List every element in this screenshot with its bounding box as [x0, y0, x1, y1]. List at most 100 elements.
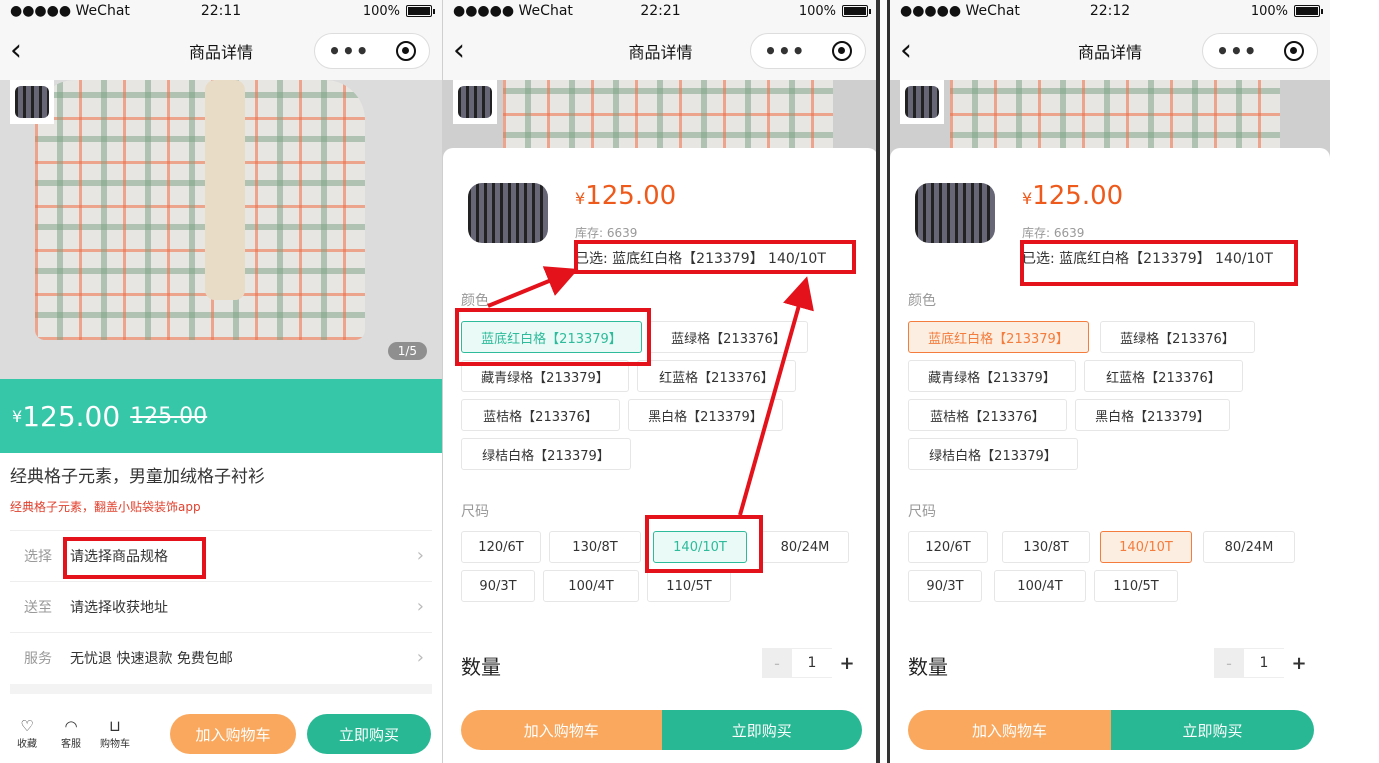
screenshot-canvas: ●●●●● WeChat 22:11 100% ‹ 商品详情 ••• 1/5 ¥… — [0, 0, 1379, 763]
add-to-cart-button[interactable]: 加入购物车 — [170, 714, 296, 754]
back-icon[interactable]: ‹ — [443, 36, 483, 66]
size-option[interactable]: 100/4T — [543, 570, 639, 602]
color-option[interactable]: 蓝绿格【213376】 — [649, 321, 808, 353]
currency-symbol: ¥ — [575, 189, 586, 208]
shirt-lining — [205, 80, 245, 300]
more-icon[interactable]: ••• — [764, 39, 805, 63]
size-option[interactable]: 120/6T — [461, 531, 541, 563]
thumbnail[interactable] — [10, 80, 54, 124]
size-option[interactable]: 90/3T — [461, 570, 535, 602]
nav-bar: ‹ 商品详情 ••• — [890, 22, 1330, 80]
row-value: 请选择商品规格 — [70, 548, 168, 565]
battery-indicator: 100% — [798, 3, 871, 19]
service-button[interactable]: ◠ 客服 — [54, 717, 88, 750]
favorite-label: 收藏 — [17, 739, 37, 750]
sku-action-buttons: 加入购物车 立即购买 — [908, 710, 1314, 750]
image-pager: 1/5 — [387, 342, 427, 360]
increase-button[interactable]: + — [1284, 648, 1314, 678]
sku-action-buttons: 加入购物车 立即购买 — [461, 710, 862, 750]
service-row[interactable]: 服务 无忧退 快速退款 免费包邮 › — [10, 632, 432, 682]
battery-icon — [842, 5, 871, 17]
size-option[interactable]: 80/24M — [761, 531, 849, 563]
quantity-value[interactable]: 1 — [792, 648, 832, 678]
color-option[interactable]: 黑白格【213379】 — [628, 399, 783, 431]
color-option[interactable]: 绿桔白格【213379】 — [461, 438, 631, 470]
nav-bar: ‹ 商品详情 ••• — [443, 22, 878, 80]
status-bar: ●●●●● WeChat 22:12 100% — [890, 0, 1330, 22]
sku-price: ¥125.00 — [1022, 181, 1123, 211]
address-row[interactable]: 送至 请选择收获地址 › — [10, 581, 432, 631]
color-option[interactable]: 红蓝格【213376】 — [1084, 360, 1243, 392]
sku-sheet-screen-orange: ●●●●● WeChat 22:12 100% ‹ 商品详情 ••• ¥125.… — [887, 0, 1330, 763]
chevron-right-icon: › — [416, 545, 424, 566]
carrier-label: ●●●●● WeChat — [10, 3, 130, 19]
size-option[interactable]: 130/8T — [1002, 531, 1090, 563]
buy-now-button[interactable]: 立即购买 — [661, 710, 862, 750]
buy-now-button[interactable]: 立即购买 — [1111, 710, 1314, 750]
carrier-label: ●●●●● WeChat — [900, 3, 1020, 19]
decrease-button[interactable]: - — [1214, 648, 1244, 678]
section-divider — [10, 684, 432, 694]
row-label: 服务 — [24, 650, 52, 667]
buy-now-button[interactable]: 立即购买 — [307, 714, 431, 754]
size-option[interactable]: 90/3T — [908, 570, 982, 602]
headset-icon: ◠ — [64, 717, 78, 735]
product-detail-screen: ●●●●● WeChat 22:11 100% ‹ 商品详情 ••• 1/5 ¥… — [0, 0, 443, 763]
size-option[interactable]: 130/8T — [549, 531, 641, 563]
color-option[interactable]: 蓝桔格【213376】 — [908, 399, 1067, 431]
size-option[interactable]: 140/10T — [1100, 531, 1192, 563]
size-option[interactable]: 140/10T — [653, 531, 747, 563]
row-value: 无忧退 快速退款 免费包邮 — [70, 650, 233, 667]
size-option[interactable]: 80/24M — [1203, 531, 1295, 563]
color-option[interactable]: 蓝绿格【213376】 — [1100, 321, 1255, 353]
more-icon[interactable]: ••• — [1216, 39, 1257, 63]
quantity-stepper: - 1 + — [1214, 648, 1314, 678]
color-section-title: 颜色 — [461, 293, 489, 309]
back-icon[interactable]: ‹ — [0, 36, 40, 66]
quantity-value[interactable]: 1 — [1244, 648, 1284, 678]
color-option[interactable]: 蓝底红白格【213379】 — [461, 321, 642, 353]
size-option[interactable]: 100/4T — [994, 570, 1086, 602]
thumbnail-strip — [453, 80, 509, 146]
battery-percent: 100% — [362, 3, 400, 19]
decrease-button[interactable]: - — [762, 648, 792, 678]
size-option[interactable]: 110/5T — [1094, 570, 1178, 602]
row-value: 请选择收获地址 — [70, 599, 168, 616]
product-image[interactable]: 1/5 — [0, 80, 442, 379]
color-section-title: 颜色 — [908, 293, 936, 309]
product-name: 经典格子元素，男童加绒格子衬衫 — [10, 467, 265, 487]
color-option[interactable]: 藏青绿格【213379】 — [461, 360, 629, 392]
cart-button[interactable]: ⊔ 购物车 — [98, 717, 132, 750]
sku-sheet: ¥125.00 库存: 6639 已选: 蓝底红白格【213379】 140/1… — [443, 148, 878, 763]
size-option[interactable]: 120/6T — [908, 531, 988, 563]
color-option[interactable]: 绿桔白格【213379】 — [908, 438, 1078, 470]
color-option[interactable]: 藏青绿格【213379】 — [908, 360, 1076, 392]
quantity-label: 数量 — [461, 655, 501, 679]
close-miniprogram-icon[interactable] — [831, 41, 852, 61]
more-icon[interactable]: ••• — [328, 39, 369, 63]
color-option[interactable]: 蓝桔格【213376】 — [461, 399, 620, 431]
chevron-right-icon: › — [416, 647, 424, 668]
size-section-title: 尺码 — [908, 504, 936, 520]
quantity-stepper: - 1 + — [762, 648, 862, 678]
price-currency: ¥ — [12, 406, 23, 426]
battery-indicator: 100% — [1251, 4, 1323, 19]
close-miniprogram-icon[interactable] — [395, 41, 416, 61]
miniprogram-capsule: ••• — [750, 33, 866, 69]
add-to-cart-button[interactable]: 加入购物车 — [461, 710, 662, 750]
color-option[interactable]: 蓝底红白格【213379】 — [908, 321, 1089, 353]
jacket-image — [468, 183, 548, 243]
thumbnail — [900, 80, 944, 124]
favorite-button[interactable]: ♡ 收藏 — [10, 717, 44, 750]
spec-select-row[interactable]: 选择 请选择商品规格 › — [10, 530, 432, 580]
color-option[interactable]: 红蓝格【213376】 — [637, 360, 796, 392]
add-to-cart-button[interactable]: 加入购物车 — [908, 710, 1111, 750]
size-option[interactable]: 110/5T — [647, 570, 731, 602]
close-miniprogram-icon[interactable] — [1283, 41, 1304, 61]
back-icon[interactable]: ‹ — [890, 36, 930, 66]
status-bar: ●●●●● WeChat 22:11 100% — [0, 0, 442, 22]
battery-percent: 100% — [798, 3, 836, 19]
color-option[interactable]: 黑白格【213379】 — [1075, 399, 1230, 431]
increase-button[interactable]: + — [832, 648, 862, 678]
price-current: 125.00 — [22, 399, 121, 433]
